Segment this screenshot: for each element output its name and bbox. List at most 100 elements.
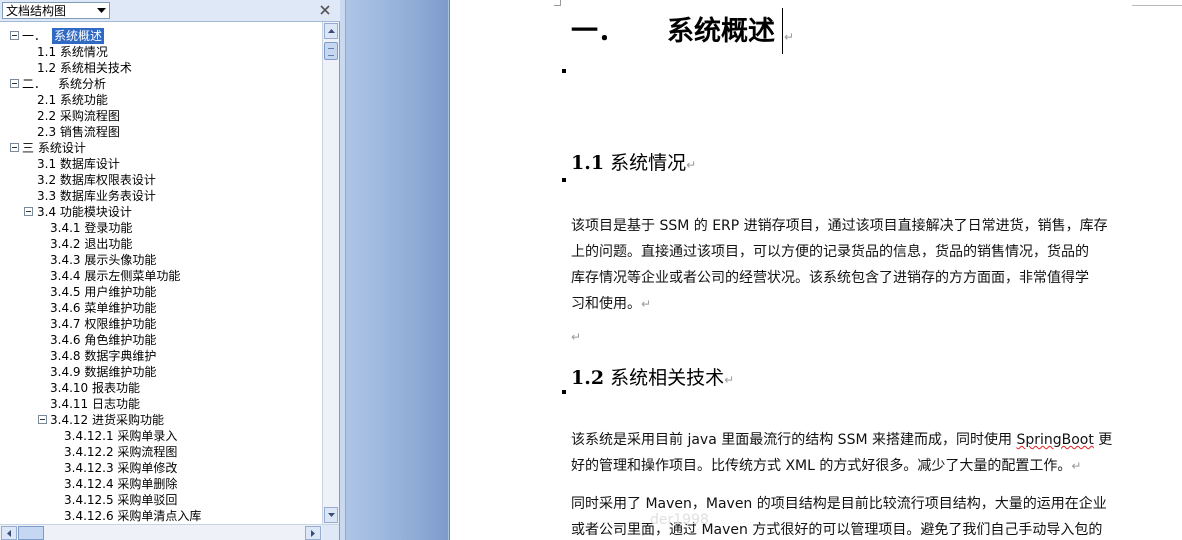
- collapse-minus-icon[interactable]: [10, 31, 19, 40]
- outline-item[interactable]: 3.4 功能模块设计: [0, 204, 320, 220]
- outline-item[interactable]: 3.3 数据库业务表设计: [0, 188, 320, 204]
- outline-item[interactable]: 3.4.4 展示左侧菜单功能: [0, 268, 320, 284]
- outline-item[interactable]: 3.4.8 数据字典维护: [0, 348, 320, 364]
- outline-item-label: 3.4.6 菜单维护功能: [50, 301, 157, 315]
- outline-item[interactable]: 2.3 销售流程图: [0, 124, 320, 140]
- collapse-minus-icon[interactable]: [24, 207, 33, 216]
- vertical-scroll-thumb[interactable]: [324, 42, 338, 60]
- collapse-minus-icon[interactable]: [10, 79, 19, 88]
- outline-item-label: 3.4.8 数据字典维护: [50, 349, 157, 363]
- outline-item[interactable]: 1.2 系统相关技术: [0, 60, 320, 76]
- view-select[interactable]: 文档结构图: [2, 2, 110, 19]
- outline-item-label: 3.4 功能模块设计: [37, 205, 132, 219]
- spelling-error[interactable]: SpringBoot: [1016, 432, 1093, 448]
- arrow-up-icon: [327, 29, 335, 33]
- heading-1-1: 1.1 系统情况↵: [571, 150, 696, 176]
- heading-1-1-title: 系统情况: [610, 152, 687, 174]
- outline-item[interactable]: 3.4.5 用户维护功能: [0, 284, 320, 300]
- outline-item[interactable]: 3.4.1 登录功能: [0, 220, 320, 236]
- body-line: 好的管理和操作项目。比传统方式 XML 的方式好很多。减少了大量的配置工作。↵: [571, 458, 1082, 474]
- paragraph-mark-icon: ↵: [784, 30, 795, 44]
- outline-item[interactable]: 3.4.12 进货采购功能: [0, 412, 320, 428]
- close-icon[interactable]: [318, 3, 332, 17]
- outline-item[interactable]: 3.4.9 数据维护功能: [0, 364, 320, 380]
- outline-item[interactable]: 3.4.12.1 采购单录入: [0, 428, 320, 444]
- outline-item-label: 3.4.12 进货采购功能: [50, 413, 164, 427]
- collapse-minus-icon[interactable]: [10, 143, 19, 152]
- scrollbar-corner: [322, 525, 339, 540]
- watermark-text: der1998: [650, 512, 709, 528]
- document-map-tree: 一． 系统概述一．系统概述1.1 系统情况 1.2 系统相关技术二． 系统分析二．…: [0, 28, 322, 524]
- outline-item[interactable]: 3.4.7 权限维护功能: [0, 316, 320, 332]
- paragraph-mark-icon: ↵: [641, 297, 652, 311]
- outline-item-text: 系统概述: [52, 28, 105, 44]
- collapse-minus-icon[interactable]: [38, 415, 47, 424]
- crop-mark: [560, 0, 561, 6]
- outline-item[interactable]: 3.4.6 角色维护功能: [0, 332, 320, 348]
- outline-item[interactable]: 3.4.2 退出功能: [0, 236, 320, 252]
- paragraph-bullet: [562, 390, 566, 394]
- outline-item[interactable]: 三 系统设计: [0, 140, 320, 156]
- outline-item[interactable]: 3.4.12.5 采购单驳回: [0, 492, 320, 508]
- document-map-header: 文档结构图: [0, 0, 340, 22]
- chevron-down-icon[interactable]: [93, 3, 109, 18]
- paragraph-bullet: [562, 69, 566, 73]
- outline-item[interactable]: 3.4.12.6 采购单清点入库: [0, 508, 320, 524]
- arrow-down-icon: [327, 513, 335, 517]
- outline-item-label: 三 系统设计: [22, 141, 86, 155]
- outline-item-label: 3.2 数据库权限表设计: [37, 173, 156, 187]
- outline-item-label: 2.2 采购流程图: [37, 109, 120, 123]
- heading-1-2-title: 系统相关技术: [610, 367, 725, 389]
- outline-item[interactable]: 一． 系统概述一．系统概述: [0, 28, 320, 44]
- scroll-up-button[interactable]: [324, 23, 338, 39]
- vertical-scrollbar[interactable]: [322, 22, 339, 524]
- crop-mark: [554, 5, 560, 6]
- outline-item-label: 2.1 系统功能: [37, 93, 108, 107]
- outline-item[interactable]: 3.1 数据库设计: [0, 156, 320, 172]
- outline-item[interactable]: 3.4.12.3 采购单修改: [0, 460, 320, 476]
- outline-item[interactable]: 2.2 采购流程图: [0, 108, 320, 124]
- scroll-down-button[interactable]: [324, 507, 338, 523]
- paragraph-mark-icon: ↵: [1071, 459, 1082, 473]
- outline-item[interactable]: 3.4.3 展示头像功能: [0, 252, 320, 268]
- scroll-right-button[interactable]: [305, 526, 321, 540]
- body-line: 习和使用。↵: [571, 296, 652, 312]
- document-page[interactable]: 一． 系统概述 ↵ 1.1 系统情况↵ 该项目是基于 SSM 的 ERP 进销存…: [449, 0, 1182, 540]
- scroll-left-button[interactable]: [1, 526, 17, 540]
- outline-item-label: 1.1 系统情况: [37, 45, 108, 59]
- paragraph-mark-icon: ↵: [571, 330, 582, 344]
- outline-item-label: 3.4.2 退出功能: [50, 237, 133, 251]
- outline-item[interactable]: 3.4.11 日志功能: [0, 396, 320, 412]
- outline-item-label: 3.3 数据库业务表设计: [37, 189, 156, 203]
- outline-item-label: 3.4.12.5 采购单驳回: [64, 493, 178, 507]
- heading-1-text: 系统概述: [667, 16, 775, 47]
- horizontal-scrollbar[interactable]: [0, 524, 339, 540]
- margin-mark: [1132, 0, 1182, 6]
- outline-item[interactable]: 3.4.12.4 采购单删除: [0, 476, 320, 492]
- outline-item-label: 3.4.4 展示左侧菜单功能: [50, 269, 181, 283]
- outline-item-label: 3.4.6 角色维护功能: [50, 333, 157, 347]
- outline-item-label: 3.4.12.2 采购流程图: [64, 445, 178, 459]
- text-cursor: [782, 8, 783, 54]
- document-map-pane: 文档结构图 一． 系统概述一．系统概述1.1 系统情况 1.2 系统相关技术二． …: [0, 0, 340, 540]
- outline-item-label: 3.4.3 展示头像功能: [50, 253, 157, 267]
- outline-item[interactable]: 3.4.6 菜单维护功能: [0, 300, 320, 316]
- outline-item-label: 3.4.12.6 采购单清点入库: [64, 509, 202, 523]
- outline-item[interactable]: 二． 系统分析二．系统分析: [0, 76, 320, 92]
- outline-item-label: 1.2 系统相关技术: [37, 61, 132, 75]
- arrow-left-icon: [7, 529, 11, 537]
- outline-item[interactable]: 3.4.12.2 采购流程图: [0, 444, 320, 460]
- horizontal-scroll-thumb[interactable]: [18, 526, 44, 540]
- outline-item-label: 3.4.7 权限维护功能: [50, 317, 157, 331]
- outline-item-text: 系统分析: [58, 77, 107, 91]
- outline-item[interactable]: 3.4.10 报表功能: [0, 380, 320, 396]
- outline-item-label: 3.4.9 数据维护功能: [50, 365, 157, 379]
- outline-item-label: 3.4.11 日志功能: [50, 397, 140, 411]
- outline-item[interactable]: 2.1 系统功能: [0, 92, 320, 108]
- view-select-value: 文档结构图: [6, 4, 67, 18]
- paragraph-bullet: [562, 178, 566, 182]
- body-line: 库存情况等企业或者公司的经营状况。该系统包含了进销存的方方面面，非常值得学: [571, 270, 1089, 286]
- heading-1-2-number: 1.2: [571, 367, 605, 389]
- outline-item[interactable]: 1.1 系统情况: [0, 44, 320, 60]
- outline-item[interactable]: 3.2 数据库权限表设计: [0, 172, 320, 188]
